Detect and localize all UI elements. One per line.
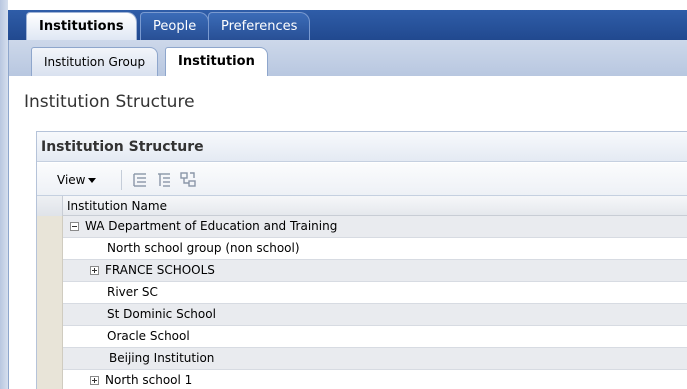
row-selector[interactable] xyxy=(37,282,63,304)
table-header: Institution Name xyxy=(37,196,687,216)
table-row[interactable]: St Dominic School xyxy=(37,304,687,326)
tab-institutions[interactable]: Institutions xyxy=(26,12,137,40)
tab-preferences[interactable]: Preferences xyxy=(208,12,311,40)
row-selector[interactable] xyxy=(37,260,63,282)
row-selector[interactable] xyxy=(37,304,63,326)
left-frame-stripe xyxy=(0,0,8,389)
institution-name-cell: River SC xyxy=(107,285,158,299)
institution-name-cell: Beijing Institution xyxy=(109,351,215,365)
row-selector[interactable] xyxy=(37,216,63,238)
row-selector[interactable] xyxy=(37,370,63,389)
table-row[interactable]: North school group (non school) xyxy=(37,238,687,260)
institution-name-cell: WA Department of Education and Training xyxy=(85,219,338,233)
row-selector[interactable] xyxy=(37,238,63,260)
column-header-institution-name[interactable]: Institution Name xyxy=(67,196,167,216)
row-selector[interactable] xyxy=(37,326,63,348)
row-selector-header xyxy=(37,196,63,216)
table-row[interactable]: Oracle School xyxy=(37,326,687,348)
institution-structure-section: Institution Structure View Institution N… xyxy=(36,131,687,389)
expand-icon[interactable] xyxy=(90,376,99,385)
sub-tab-bar: Institution Group Institution xyxy=(8,40,687,76)
expand-all-icon[interactable] xyxy=(131,171,149,189)
table-row[interactable]: FRANCE SCHOOLS xyxy=(37,260,687,282)
section-title: Institution Structure xyxy=(37,132,687,162)
toolbar-separator xyxy=(121,170,122,190)
collapse-icon[interactable] xyxy=(70,222,79,231)
institution-table: Institution Name WA Department of Educat… xyxy=(37,196,687,389)
institution-name-cell: Oracle School xyxy=(107,329,190,343)
row-selector[interactable] xyxy=(37,348,63,370)
institution-name-cell: FRANCE SCHOOLS xyxy=(105,263,215,277)
institution-name-cell: North school group (non school) xyxy=(107,241,300,255)
institution-name-cell: St Dominic School xyxy=(107,307,216,321)
view-menu-label: View xyxy=(57,173,86,187)
subtab-institution[interactable]: Institution xyxy=(165,47,268,76)
page-title: Institution Structure xyxy=(24,92,195,112)
caret-down-icon xyxy=(88,178,97,183)
table-row[interactable]: Beijing Institution xyxy=(37,348,687,370)
table-row[interactable]: North school 1 xyxy=(37,370,687,389)
institution-name-cell: North school 1 xyxy=(105,373,193,387)
hierarchy-icon[interactable] xyxy=(179,171,197,189)
table-row[interactable]: River SC xyxy=(37,282,687,304)
tab-people[interactable]: People xyxy=(140,12,210,40)
subtab-institution-group[interactable]: Institution Group xyxy=(31,47,159,76)
view-menu-button[interactable]: View xyxy=(57,171,97,189)
toolbar: View xyxy=(37,163,687,196)
table-row[interactable]: WA Department of Education and Training xyxy=(37,216,687,238)
main-tab-bar: Institutions People Preferences xyxy=(0,0,687,40)
collapse-all-icon[interactable] xyxy=(155,171,173,189)
expand-icon[interactable] xyxy=(90,266,99,275)
